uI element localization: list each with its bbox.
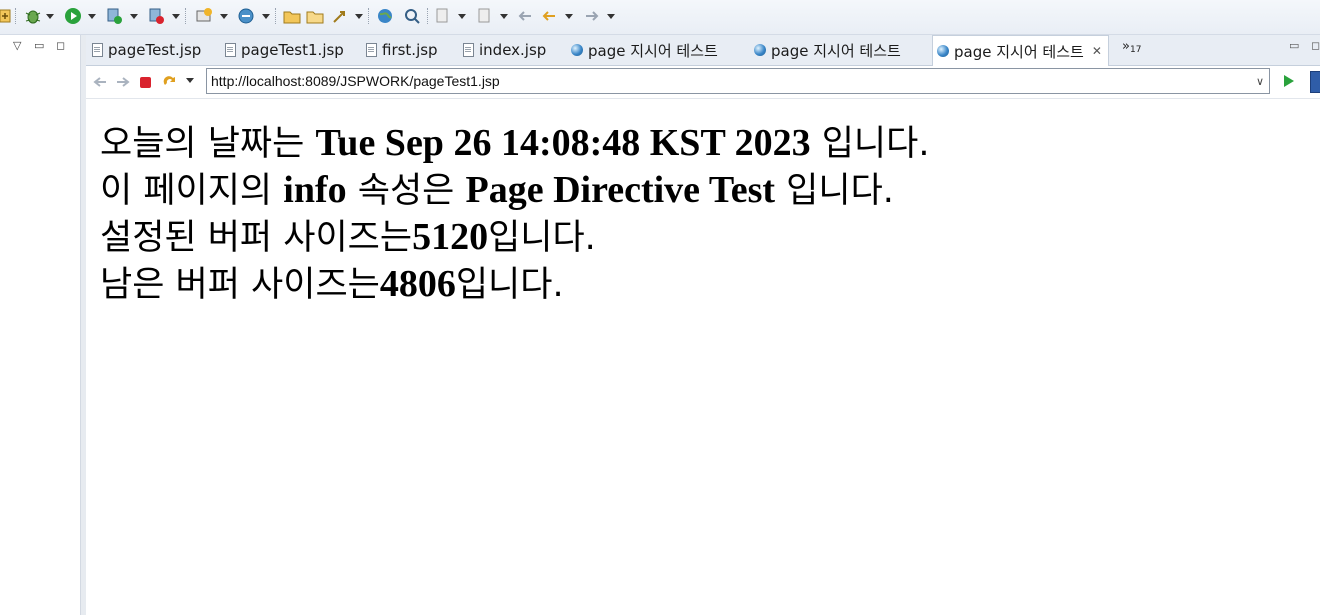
globe-icon — [754, 44, 766, 56]
globe-icon[interactable] — [376, 7, 394, 25]
new-server-dropdown-arrow[interactable] — [220, 14, 228, 19]
tab-label: first.jsp — [382, 41, 438, 59]
view-menu-icon[interactable]: ▽ — [13, 39, 21, 52]
forward-dropdown-arrow[interactable] — [607, 14, 615, 19]
toolbar-separator — [275, 8, 277, 24]
back-dropdown-arrow[interactable] — [565, 14, 573, 19]
back-nav-icon[interactable] — [540, 7, 558, 25]
buffer-size-prefix: 설정된 버퍼 사이즈는 — [100, 218, 413, 258]
run-dropdown-arrow[interactable] — [88, 14, 96, 19]
history-dropdown-arrow[interactable] — [186, 78, 194, 83]
web-services-icon[interactable] — [237, 7, 255, 25]
file-icon — [92, 43, 103, 57]
deploy-icon[interactable] — [331, 7, 349, 25]
new-server-icon[interactable] — [195, 7, 213, 25]
run-server-dropdown-arrow[interactable] — [130, 14, 138, 19]
remaining-buffer-prefix: 남은 버퍼 사이즈는 — [100, 265, 380, 305]
annotation-icon[interactable] — [476, 7, 494, 25]
file-icon — [225, 43, 236, 57]
buffer-size-line: 설정된 버퍼 사이즈는5120입니다. — [100, 214, 1300, 261]
left-panel-minimized — [0, 35, 81, 615]
web-services-dropdown-arrow[interactable] — [262, 14, 270, 19]
remaining-buffer-value: 4806 — [379, 263, 456, 305]
tab-page-directive-test-active[interactable]: page 지시어 테스트 ✕ — [932, 35, 1109, 66]
open-file-icon[interactable] — [306, 7, 324, 25]
last-edit-icon[interactable] — [434, 7, 452, 25]
remaining-buffer-line: 남은 버퍼 사이즈는4806입니다. — [100, 261, 1300, 308]
search-icon[interactable] — [403, 7, 421, 25]
tab-label: page 지시어 테스트 — [588, 41, 718, 60]
overflow-count: 17 — [1129, 45, 1142, 55]
file-icon — [366, 43, 377, 57]
tab-pagetest1-jsp[interactable]: pageTest1.jsp — [225, 35, 344, 65]
run-server-icon[interactable] — [106, 7, 124, 25]
tab-overflow-button[interactable]: »17 — [1122, 39, 1141, 55]
forward-nav-icon[interactable] — [583, 7, 601, 25]
info-line: 이 페이지의 info 속성은 Page Directive Test 입니다. — [100, 167, 1300, 214]
info-value: Page Directive Test — [465, 169, 776, 211]
editor-maximize-icon[interactable]: ◻ — [1311, 39, 1320, 52]
coverage-icon[interactable] — [148, 7, 166, 25]
tab-first-jsp[interactable]: first.jsp — [366, 35, 438, 65]
coverage-dropdown-arrow[interactable] — [172, 14, 180, 19]
date-value: Tue Sep 26 14:08:48 KST 2023 — [315, 122, 811, 164]
globe-icon — [937, 45, 949, 57]
external-tool-icon[interactable] — [0, 7, 12, 25]
refresh-icon[interactable] — [162, 74, 178, 94]
tab-label: pageTest.jsp — [108, 41, 202, 59]
debug-dropdown-arrow[interactable] — [46, 14, 54, 19]
info-middle: 속성은 — [346, 171, 466, 211]
debug-icon[interactable] — [24, 7, 42, 25]
buffer-size-suffix: 입니다. — [488, 218, 596, 258]
minimize-icon[interactable]: ▭ — [34, 39, 44, 52]
editor-minimize-icon[interactable]: ▭ — [1289, 39, 1299, 52]
toolbar-separator — [368, 8, 370, 24]
close-tab-icon[interactable]: ✕ — [1092, 44, 1102, 58]
tab-label: index.jsp — [479, 41, 547, 59]
back-icon[interactable] — [92, 74, 108, 94]
tab-label: page 지시어 테스트 — [954, 42, 1084, 61]
info-prefix: 이 페이지의 — [100, 171, 284, 211]
forward-icon[interactable] — [115, 74, 131, 94]
info-keyword: info — [283, 169, 347, 211]
toolbar-separator — [185, 8, 187, 24]
go-icon[interactable] — [1284, 75, 1294, 87]
panel-divider[interactable] — [81, 35, 86, 615]
last-edit-dropdown-arrow[interactable] — [458, 14, 466, 19]
back-history-icon[interactable] — [516, 7, 534, 25]
browser-nav-bar: ∨ — [86, 66, 1320, 99]
url-dropdown-icon[interactable]: ∨ — [1256, 75, 1264, 88]
date-prefix: 오늘의 날짜는 — [100, 124, 316, 164]
globe-icon — [571, 44, 583, 56]
date-suffix: 입니다. — [810, 124, 930, 164]
deploy-dropdown-arrow[interactable] — [355, 14, 363, 19]
tab-label: page 지시어 테스트 — [771, 41, 901, 60]
remaining-buffer-suffix: 입니다. — [455, 265, 564, 305]
url-input[interactable] — [206, 68, 1270, 94]
page-content: 오늘의 날짜는 Tue Sep 26 14:08:48 KST 2023 입니다… — [100, 120, 1300, 308]
tab-page-directive-test-1[interactable]: page 지시어 테스트 — [571, 35, 718, 65]
overflow-symbol: » — [1122, 39, 1130, 54]
date-line: 오늘의 날짜는 Tue Sep 26 14:08:48 KST 2023 입니다… — [100, 120, 1300, 167]
annotation-dropdown-arrow[interactable] — [500, 14, 508, 19]
tab-page-directive-test-2[interactable]: page 지시어 테스트 — [754, 35, 901, 65]
stop-icon[interactable] — [139, 75, 153, 94]
maximize-icon[interactable]: ◻ — [56, 39, 65, 52]
toolbar-separator — [427, 8, 429, 24]
tab-index-jsp[interactable]: index.jsp — [463, 35, 546, 65]
tab-pagetest-jsp[interactable]: pageTest.jsp — [92, 35, 201, 65]
toolbar-separator — [15, 8, 17, 24]
buffer-size-value: 5120 — [412, 216, 489, 258]
tab-label: pageTest1.jsp — [241, 41, 344, 59]
info-suffix: 입니다. — [775, 171, 894, 211]
file-icon — [463, 43, 474, 57]
run-icon[interactable] — [64, 7, 82, 25]
main-toolbar — [0, 0, 1320, 35]
open-folder-icon[interactable] — [283, 7, 301, 25]
open-external-browser-icon[interactable] — [1310, 71, 1320, 93]
